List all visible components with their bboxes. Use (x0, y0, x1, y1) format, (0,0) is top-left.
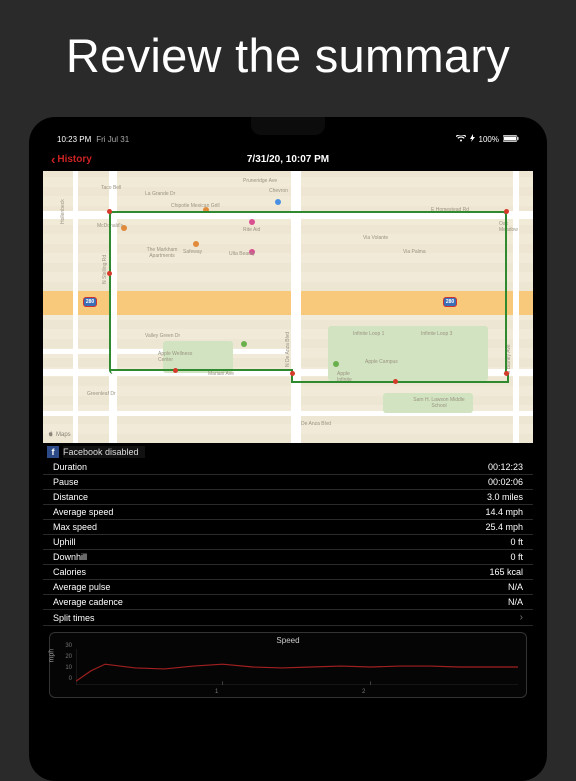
map-label: Pruneridge Ave (243, 178, 277, 184)
stats-list: Duration00:12:23 Pause00:02:06 Distance3… (43, 460, 533, 626)
back-button[interactable]: ‹ History (51, 152, 92, 167)
status-date: Fri Jul 31 (96, 135, 129, 144)
stat-row: Average pulseN/A (43, 580, 533, 595)
stat-row: Calories165 kcal (43, 565, 533, 580)
battery-icon (503, 135, 519, 144)
stat-row: Distance3.0 miles (43, 490, 533, 505)
split-times-row[interactable]: Split times › (43, 610, 533, 626)
maps-attribution: Maps (47, 431, 71, 439)
chart-xtick: 1 (215, 689, 218, 695)
chart-title: Speed (56, 636, 520, 645)
back-label: History (57, 154, 91, 165)
map-label: De Anza Blvd (301, 421, 331, 427)
highway-shield: 280 (83, 297, 97, 307)
stat-row: Downhill0 ft (43, 550, 533, 565)
facebook-label: Facebook disabled (63, 446, 145, 458)
nav-bar: ‹ History 7/31/20, 10:07 PM (43, 147, 533, 171)
chart-ylabel: mph (49, 649, 56, 663)
stat-row: Pause00:02:06 (43, 475, 533, 490)
battery-percent: 100% (479, 135, 499, 144)
facebook-status[interactable]: f Facebook disabled (43, 444, 533, 460)
stat-row: Max speed25.4 mph (43, 520, 533, 535)
map-label: Chipotle Mexican Grill (171, 203, 220, 209)
route-map[interactable]: 280 280 Chevron Chipotle Mexican Grill R… (43, 171, 533, 443)
stat-row: Duration00:12:23 (43, 460, 533, 475)
chevron-left-icon: ‹ (51, 152, 55, 167)
promo-title: Review the summary (0, 0, 576, 117)
wifi-icon (456, 135, 466, 144)
map-label: Chevron (269, 188, 288, 194)
map-label: Sam H. Lawson Middle School (413, 397, 465, 409)
map-label: La Grande Dr (145, 191, 175, 197)
stat-row: Average speed14.4 mph (43, 505, 533, 520)
chart-plot-area (76, 649, 518, 685)
facebook-icon: f (47, 446, 59, 458)
charging-icon (470, 134, 475, 144)
status-time: 10:23 PM (57, 135, 91, 144)
chevron-right-icon: › (520, 612, 523, 623)
map-label: Greenleaf Dr (87, 391, 116, 397)
page-title: 7/31/20, 10:07 PM (43, 154, 533, 165)
stat-row: Average cadenceN/A (43, 595, 533, 610)
device-frame: 10:23 PM Fri Jul 31 100% ‹ History (29, 117, 547, 781)
screen: 10:23 PM Fri Jul 31 100% ‹ History (43, 131, 533, 767)
chart-xtick: 2 (362, 689, 365, 695)
speed-chart[interactable]: Speed mph 30 20 10 0 1 2 (49, 632, 527, 698)
map-label: Taco Bell (101, 185, 121, 191)
map-label: Hollenbeck (60, 199, 66, 224)
map-label: N Stelling Rd (102, 255, 108, 284)
status-bar: 10:23 PM Fri Jul 31 100% (43, 131, 533, 147)
stat-row: Uphill0 ft (43, 535, 533, 550)
